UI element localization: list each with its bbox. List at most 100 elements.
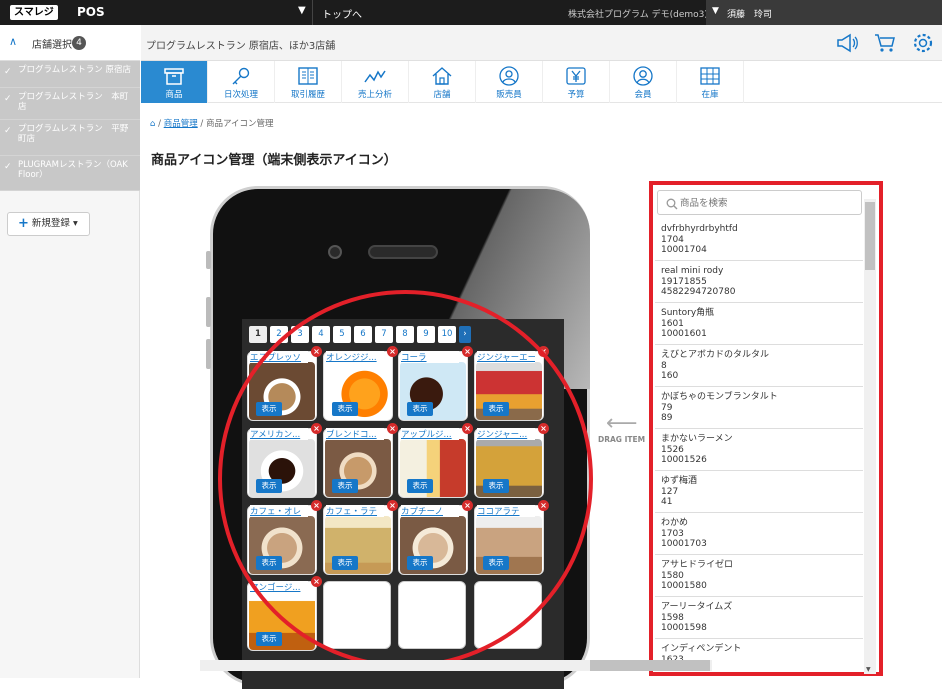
breadcrumb-products-link[interactable]: 商品管理 xyxy=(164,119,198,129)
product-name: アーリータイムズ xyxy=(661,602,733,612)
product-id: 1703 xyxy=(661,528,684,539)
phone-button xyxy=(206,297,211,327)
store-item[interactable]: ✓ プログラムレストラン 平野町店 xyxy=(0,120,140,156)
staff-icon xyxy=(499,66,519,86)
nav-daily[interactable]: 日次処理 xyxy=(208,61,275,103)
nav-label: 在庫 xyxy=(701,90,719,100)
phone-camera xyxy=(328,245,342,259)
product-list-item[interactable]: ゆず梅酒 127 41 xyxy=(655,471,863,513)
nav-budget[interactable]: 予算 xyxy=(543,61,610,103)
check-icon: ✓ xyxy=(4,162,12,172)
divider xyxy=(312,0,313,25)
product-code: 10001598 xyxy=(661,623,707,633)
product-code: 89 xyxy=(661,413,673,423)
product-code: 41 xyxy=(661,497,673,507)
nav-members[interactable]: 会員 xyxy=(610,61,677,103)
arrow-left-icon: ⟵ xyxy=(606,411,638,436)
breadcrumb-separator: / xyxy=(158,119,161,129)
product-list-item[interactable]: アーリータイムズ 1598 10001598 xyxy=(655,597,863,639)
nav-transactions[interactable]: 取引履歴 xyxy=(275,61,342,103)
key-icon xyxy=(232,67,250,85)
product-code: 10001601 xyxy=(661,329,707,339)
top-nav-link[interactable]: トップへ xyxy=(322,6,362,21)
smaregi-logo[interactable]: スマレジ xyxy=(10,5,58,20)
phone-speaker xyxy=(368,245,438,259)
scrollbar-thumb[interactable] xyxy=(590,660,710,671)
nav-label: 予算 xyxy=(567,90,585,100)
check-icon: ✓ xyxy=(4,94,12,104)
user-name[interactable]: 須藤 玲司 xyxy=(727,7,772,20)
new-register-button[interactable]: + 新規登録 ▾ xyxy=(7,212,90,236)
product-id: 8 xyxy=(661,360,667,371)
horizontal-scrollbar[interactable] xyxy=(200,660,712,671)
product-list-item[interactable]: アサヒドライゼロ 1580 10001580 xyxy=(655,555,863,597)
top-bar: スマレジ POS ▼ トップへ 株式会社プログラム デモ(demo3) ▼ 須藤… xyxy=(0,0,942,25)
store-list: ✓ プログラムレストラン 原宿店 ✓ プログラムレストラン 本町店 ✓ プログラムレス… xyxy=(0,61,140,191)
yen-icon xyxy=(566,67,586,85)
cart-icon[interactable] xyxy=(873,32,897,54)
page-button[interactable]: 1 xyxy=(249,326,267,343)
store-item[interactable]: ✓ プログラムレストラン 原宿店 xyxy=(0,61,140,88)
nav-stores[interactable]: 店舗 xyxy=(409,61,476,103)
product-list-item[interactable]: わかめ 1703 10001703 xyxy=(655,513,863,555)
breadcrumb-separator: / xyxy=(200,119,204,129)
product-list-item[interactable]: real mini rody 19171855 4582294720780 xyxy=(655,261,863,303)
nav-label: 日次処理 xyxy=(223,90,258,100)
box-icon xyxy=(164,68,184,85)
store-name: プログラムレストラン 平野町店 xyxy=(18,124,129,144)
app-name: POS xyxy=(77,5,105,19)
product-list-item[interactable]: Suntory角瓶 1601 10001601 xyxy=(655,303,863,345)
product-id: 1704 xyxy=(661,234,684,245)
main-nav: 商品 日次処理 取引履歴 売上分析 店舗 販売員 予算 会員 在庫 xyxy=(141,61,942,103)
product-code: 10001703 xyxy=(661,539,707,549)
search-box[interactable] xyxy=(657,190,862,215)
megaphone-icon[interactable] xyxy=(835,32,859,54)
product-list: dvfrbhyrdrbyhtfd 1704 10001704 real mini ro… xyxy=(655,219,863,674)
chevron-down-icon[interactable]: ▼ xyxy=(298,5,306,16)
product-code: 160 xyxy=(661,371,679,381)
product-name: えびとアボカドのタルタル xyxy=(661,350,770,360)
nav-sales-analysis[interactable]: 売上分析 xyxy=(342,61,409,103)
vertical-scrollbar[interactable]: ▼ xyxy=(864,199,876,674)
chevron-up-icon[interactable]: ∧ xyxy=(9,35,17,48)
nav-inventory[interactable]: 在庫 xyxy=(677,61,744,103)
house-icon xyxy=(432,67,452,85)
product-list-item[interactable]: えびとアボカドのタルタル 8 160 xyxy=(655,345,863,387)
product-list-item[interactable]: dvfrbhyrdrbyhtfd 1704 10001704 xyxy=(655,219,863,261)
store-item[interactable]: ✓ プログラムレストラン 本町店 xyxy=(0,88,140,120)
show-button[interactable]: 表示 xyxy=(256,632,282,646)
store-item[interactable]: ✓ PLUGRAMレストラン（OAK Floor） xyxy=(0,156,140,191)
product-code: 10001580 xyxy=(661,581,707,591)
product-code: 10001526 xyxy=(661,455,707,465)
product-id: 1601 xyxy=(661,318,684,329)
store-select-label[interactable]: 店舗選択 xyxy=(32,36,72,51)
breadcrumb: ⌂ / 商品管理 / 商品アイコン管理 xyxy=(150,117,274,129)
product-id: 1598 xyxy=(661,612,684,623)
nav-label: 取引履歴 xyxy=(290,90,325,100)
scroll-down-icon[interactable]: ▼ xyxy=(866,666,871,673)
product-name: まかないラーメン xyxy=(661,434,733,444)
product-list-item[interactable]: かぼちゃのモンブランタルト 79 89 xyxy=(655,387,863,429)
store-name: プログラムレストラン 原宿店 xyxy=(18,65,131,75)
company-name: 株式会社プログラム デモ(demo3) xyxy=(568,10,708,20)
product-id: 19171855 xyxy=(661,276,707,287)
user-chevron-icon[interactable]: ▼ xyxy=(712,6,719,16)
home-icon[interactable]: ⌂ xyxy=(150,119,155,129)
book-icon xyxy=(298,67,318,85)
nav-products[interactable]: 商品 xyxy=(141,61,208,103)
drag-item-label: DRAG ITEM xyxy=(598,435,646,444)
store-select-header[interactable]: ∧ 店舗選択 4 xyxy=(0,25,140,61)
product-id: 127 xyxy=(661,486,679,497)
search-input[interactable] xyxy=(680,195,850,211)
scrollbar-thumb[interactable] xyxy=(865,202,875,270)
phone-button xyxy=(206,339,211,369)
nav-label: 売上分析 xyxy=(357,90,392,100)
product-name: ゆず梅酒 xyxy=(661,476,698,486)
product-list-item[interactable]: まかないラーメン 1526 10001526 xyxy=(655,429,863,471)
gear-icon[interactable] xyxy=(911,32,935,54)
page-header: プログラムレストラン 原宿店、ほか3店舗 xyxy=(141,25,942,61)
search-icon xyxy=(666,198,678,210)
product-code: 10001704 xyxy=(661,245,707,255)
page-title: 商品アイコン管理（端末側表示アイコン） xyxy=(151,153,397,168)
nav-staff[interactable]: 販売員 xyxy=(476,61,543,103)
